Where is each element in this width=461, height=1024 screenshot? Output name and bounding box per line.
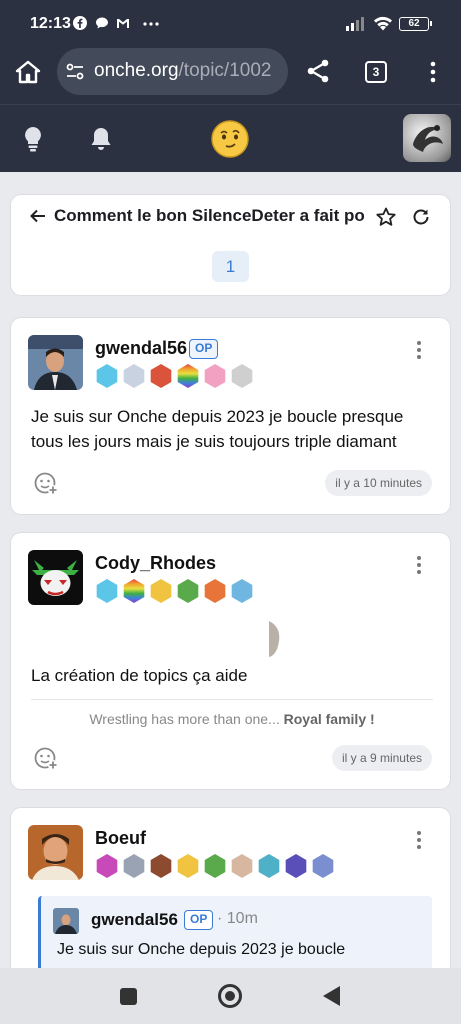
post-menu-icon[interactable]	[415, 555, 423, 575]
badge-icon[interactable]	[123, 364, 145, 388]
system-navigation-bar	[0, 968, 461, 1024]
chat-icon	[96, 17, 108, 29]
badge-icon[interactable]	[96, 364, 118, 388]
badge-icon[interactable]	[231, 579, 253, 603]
post-timestamp: il y a 9 minutes	[331, 745, 432, 771]
post-signature: Wrestling has more than one... Royal fam…	[31, 699, 433, 727]
username[interactable]: Cody_Rhodes	[95, 553, 216, 574]
home-icon[interactable]	[14, 58, 42, 86]
add-reaction-icon[interactable]	[33, 745, 59, 771]
quoted-post[interactable]: gwendal56 OP · 10m Je suis sur Onche dep…	[38, 896, 432, 976]
share-icon[interactable]	[305, 58, 331, 84]
badge-icon[interactable]	[96, 854, 118, 878]
badge-icon[interactable]	[231, 854, 253, 878]
badge-list	[95, 364, 254, 388]
add-reaction-icon[interactable]	[33, 470, 59, 496]
badge-icon[interactable]	[204, 364, 226, 388]
signature-bold-text: Royal family !	[283, 711, 375, 727]
url-host: onche.org	[94, 60, 179, 81]
app-header	[0, 104, 461, 172]
post-menu-icon[interactable]	[415, 830, 423, 850]
back-arrow-icon[interactable]	[29, 207, 47, 225]
post-text: Je suis sur Onche depuis 2023 je boucle …	[31, 407, 404, 451]
refresh-icon[interactable]	[411, 207, 431, 227]
rainbow-badge-icon[interactable]	[123, 579, 145, 603]
facebook-icon	[73, 16, 87, 30]
badge-icon[interactable]	[123, 854, 145, 878]
topic-title: Comment le bon SilenceDeter a fait po	[54, 206, 364, 225]
badge-icon[interactable]	[204, 854, 226, 878]
page-number-button[interactable]: 1	[212, 251, 249, 282]
badge-list	[95, 579, 254, 603]
badge-icon[interactable]	[150, 854, 172, 878]
favorite-star-icon[interactable]	[375, 206, 397, 228]
url-text: onche.org/topic/1002	[94, 60, 271, 82]
username[interactable]: Boeuf	[95, 828, 146, 849]
signature-text: Wrestling has more than one...	[89, 711, 280, 727]
topic-header-card: Comment le bon SilenceDeter a fait po 1	[11, 195, 450, 295]
avatar[interactable]	[28, 335, 83, 390]
badge-icon[interactable]	[96, 579, 118, 603]
browser-toolbar: onche.org/topic/1002 3	[0, 48, 461, 104]
quote-text: Je suis sur Onche depuis 2023 je boucle	[57, 941, 346, 958]
notifications-bell-icon[interactable]	[89, 126, 113, 152]
quote-avatar	[53, 908, 79, 934]
address-bar[interactable]: onche.org/topic/1002	[57, 48, 288, 95]
badge-list	[95, 854, 335, 878]
site-settings-icon[interactable]	[65, 62, 85, 82]
recents-button[interactable]	[120, 988, 137, 1005]
back-button[interactable]	[323, 986, 340, 1006]
quote-time: · 10m	[217, 910, 258, 927]
post-menu-icon[interactable]	[415, 340, 423, 360]
avatar[interactable]	[28, 550, 83, 605]
signal-icon	[346, 17, 364, 31]
badge-icon[interactable]	[150, 579, 172, 603]
username[interactable]: gwendal56	[95, 338, 187, 359]
quote-op-badge: OP	[184, 910, 214, 930]
badge-icon[interactable]	[204, 579, 226, 603]
avatar[interactable]	[28, 825, 83, 880]
user-avatar[interactable]	[403, 114, 451, 162]
status-bar: 12:13 62	[0, 0, 461, 48]
badge-icon[interactable]	[177, 854, 199, 878]
post-text: La création de topics ça aide	[31, 666, 248, 685]
status-time: 12:13	[30, 15, 71, 32]
post-timestamp: il y a 10 minutes	[325, 470, 432, 496]
badge-icon[interactable]	[150, 364, 172, 388]
badge-icon[interactable]	[231, 364, 253, 388]
op-badge: OP	[189, 339, 219, 359]
badge-icon[interactable]	[312, 854, 334, 878]
onche-logo-smiley[interactable]	[210, 119, 250, 159]
rainbow-badge-icon[interactable]	[177, 364, 199, 388]
more-notifications-icon	[143, 22, 159, 26]
post-card: Cody_Rhodes La création de topics ça aid…	[11, 533, 450, 789]
badge-icon[interactable]	[258, 854, 280, 878]
home-button[interactable]	[218, 984, 242, 1008]
badge-icon[interactable]	[177, 579, 199, 603]
browser-menu-icon[interactable]	[423, 59, 443, 85]
wifi-icon	[374, 16, 392, 31]
battery-indicator: 62	[399, 17, 432, 31]
url-path: /topic/1002	[178, 60, 272, 81]
quote-username[interactable]: gwendal56	[91, 910, 178, 930]
post-card: gwendal56 OP Je suis sur Onche depuis 20…	[11, 318, 450, 514]
embedded-sticker-image	[269, 621, 280, 657]
gmail-icon	[117, 19, 129, 28]
lightbulb-icon[interactable]	[22, 125, 44, 153]
tab-switcher-button[interactable]: 3	[365, 61, 387, 83]
badge-icon[interactable]	[285, 854, 307, 878]
